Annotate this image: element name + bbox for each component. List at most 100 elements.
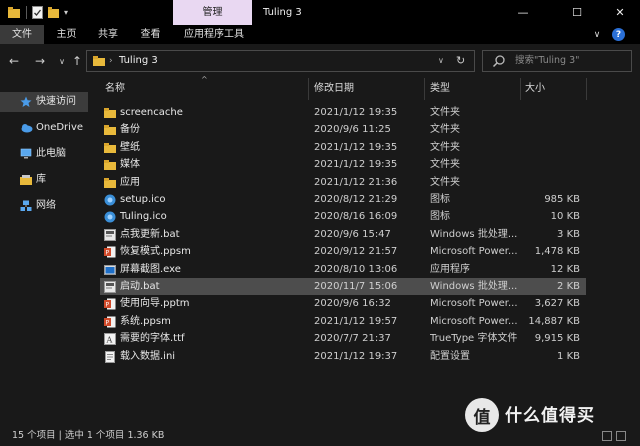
file-date: 2021/1/12 21:36 (314, 176, 398, 188)
file-size: 3 KB (557, 228, 580, 240)
ppsm-file-icon: P (104, 298, 116, 310)
close-button[interactable]: ✕ (597, 0, 640, 25)
file-type: 文件夹 (430, 124, 460, 136)
file-row[interactable]: A 需要的字体.ttf 2020/7/7 21:37 TrueType 字体文件 9,9… (100, 330, 586, 347)
folder-icon (104, 124, 116, 136)
column-divider[interactable] (424, 78, 425, 100)
back-button[interactable]: ← (5, 52, 23, 70)
new-folder-icon[interactable] (48, 6, 59, 19)
file-row[interactable]: P 系统.ppsm 2021/1/12 19:57 Microsoft Power..… (100, 313, 586, 330)
forward-button[interactable]: → (31, 52, 49, 70)
file-type: 图标 (430, 211, 450, 223)
column-divider[interactable] (520, 78, 521, 100)
file-row[interactable]: 备份 2020/9/6 11:25 文件夹 (100, 121, 586, 138)
sidebar-item-onedrive[interactable]: OneDrive (0, 118, 88, 138)
file-row[interactable]: 应用 2021/1/12 21:36 文件夹 (100, 174, 586, 191)
help-icon[interactable]: ? (612, 28, 625, 41)
file-type: Microsoft Power... (430, 315, 518, 327)
address-bar[interactable]: › Tuling 3 ∨ ↻ (86, 50, 475, 72)
sidebar-item-label: OneDrive (36, 122, 84, 133)
column-header-name[interactable]: 名称 (105, 78, 125, 100)
file-date: 2021/1/12 19:57 (314, 315, 398, 327)
file-date: 2021/1/12 19:35 (314, 107, 398, 118)
file-size: 2 KB (557, 281, 580, 292)
file-name: 使用向导.pptm (120, 298, 190, 310)
address-dropdown-icon[interactable]: ∨ (438, 51, 444, 71)
bat-file-icon (104, 228, 116, 241)
refresh-icon[interactable]: ↻ (456, 51, 465, 71)
properties-icon[interactable] (32, 6, 43, 19)
tab-home[interactable]: 主页 (49, 25, 84, 44)
sidebar-item-libraries[interactable]: 库 (0, 170, 88, 190)
sidebar-item-label: 快速访问 (36, 96, 76, 107)
file-name: 恢复模式.ppsm (120, 246, 191, 258)
file-row[interactable]: 启动.bat 2020/11/7 15:06 Windows 批处理... 2 KB (100, 278, 586, 296)
column-divider[interactable] (308, 78, 309, 100)
file-row[interactable]: 点我更新.bat 2020/9/6 15:47 Windows 批处理... 3 KB (100, 226, 586, 243)
maximize-button[interactable]: ☐ (554, 0, 600, 25)
file-date: 2021/1/12 19:35 (314, 141, 398, 153)
file-type: 应用程序 (430, 263, 470, 275)
status-text: 15 个项目 | 选中 1 个项目 1.36 KB (12, 430, 165, 441)
file-date: 2020/8/10 13:06 (314, 263, 398, 275)
file-name: 系统.ppsm (120, 315, 171, 327)
ico-file-icon (104, 194, 116, 206)
file-name: 屏幕截图.exe (120, 263, 181, 275)
cloud-icon (20, 122, 33, 134)
file-size: 1,478 KB (534, 246, 580, 258)
tab-manage[interactable]: 管理 (173, 0, 252, 25)
search-input[interactable]: 搜索"Tuling 3" (515, 51, 580, 71)
watermark-text: 什么值得买 (505, 406, 595, 426)
file-name: 媒体 (120, 159, 140, 171)
network-icon (20, 200, 32, 212)
search-box[interactable]: 搜索"Tuling 3" (482, 50, 632, 72)
sidebar-item-network[interactable]: 网络 (0, 196, 88, 216)
ppsm-file-icon: P (104, 316, 116, 328)
file-row[interactable]: 壁纸 2021/1/12 19:35 文件夹 (100, 139, 586, 156)
folder-icon (104, 107, 116, 119)
customize-toolbar-icon[interactable]: ▾ (64, 6, 73, 19)
column-divider[interactable] (586, 78, 587, 100)
file-row[interactable]: setup.ico 2020/8/12 21:29 图标 985 KB (100, 191, 586, 208)
file-name: 点我更新.bat (120, 228, 180, 240)
column-header-type[interactable]: 类型 (430, 78, 450, 100)
file-row[interactable]: 载入数据.ini 2021/1/12 19:37 配置设置 1 KB (100, 348, 586, 365)
sidebar-item-quick-access[interactable]: 快速访问 (0, 92, 88, 112)
minimize-button[interactable]: — (500, 0, 546, 25)
file-type: 文件夹 (430, 141, 460, 153)
column-header-date[interactable]: 修改日期 (314, 78, 354, 100)
sidebar-item-this-pc[interactable]: 此电脑 (0, 144, 88, 164)
breadcrumb-current[interactable]: Tuling 3 (119, 51, 158, 71)
file-row[interactable]: P 使用向导.pptm 2020/9/6 16:32 Microsoft Power.… (100, 295, 586, 312)
file-date: 2020/11/7 15:06 (314, 281, 398, 292)
tab-application-tools[interactable]: 应用程序工具 (175, 25, 253, 44)
file-row[interactable]: Tuling.ico 2020/8/16 16:09 图标 10 KB (100, 208, 586, 225)
file-size: 3,627 KB (534, 298, 580, 310)
file-name: 启动.bat (120, 281, 160, 292)
file-type: Microsoft Power... (430, 246, 518, 258)
file-type: 配置设置 (430, 350, 470, 362)
file-row[interactable]: screencache 2021/1/12 19:35 文件夹 (100, 104, 586, 121)
breadcrumb-separator[interactable]: › (109, 53, 113, 69)
up-button[interactable]: ↑ (68, 52, 86, 70)
file-row[interactable]: 媒体 2021/1/12 19:35 文件夹 (100, 156, 586, 173)
file-date: 2020/7/7 21:37 (314, 333, 391, 345)
file-type: 文件夹 (430, 107, 460, 118)
svg-text:P: P (106, 319, 110, 326)
tab-share[interactable]: 共享 (90, 25, 126, 44)
file-date: 2020/8/12 21:29 (314, 194, 398, 205)
file-date: 2020/8/16 16:09 (314, 211, 398, 223)
file-type: Microsoft Power... (430, 298, 518, 310)
navigation-pane: 快速访问 OneDrive 此电脑 库 网络 (0, 78, 88, 426)
ini-file-icon (104, 350, 116, 363)
ico-file-icon (104, 211, 116, 223)
expand-ribbon-icon[interactable]: ∨ (591, 28, 603, 41)
tab-file[interactable]: 文件 (0, 25, 44, 44)
column-header-size[interactable]: 大小 (525, 78, 545, 100)
file-row[interactable]: P 恢复模式.ppsm 2020/9/12 21:57 Microsoft Power… (100, 243, 586, 260)
star-icon (20, 96, 32, 108)
folder-icon[interactable] (8, 6, 20, 19)
file-row[interactable]: 屏幕截图.exe 2020/8/10 13:06 应用程序 12 KB (100, 261, 586, 278)
tab-view[interactable]: 查看 (133, 25, 168, 44)
file-date: 2020/9/12 21:57 (314, 246, 398, 258)
